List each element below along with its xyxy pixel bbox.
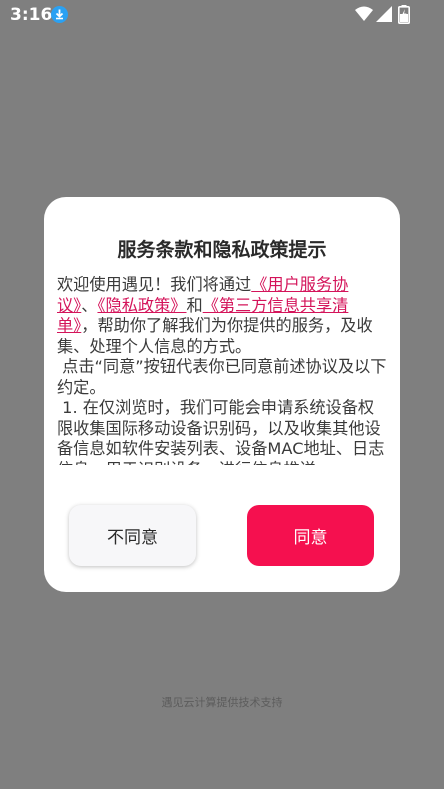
status-bar: 3:16 (0, 0, 444, 30)
footer-credit: 遇见云计算提供技术支持 (161, 696, 283, 709)
privacy-policy-link[interactable]: 《隐私政策》 (97, 296, 186, 315)
signal-icon (376, 6, 392, 27)
status-time: 3:16 (10, 5, 53, 25)
battery-charging-icon (398, 5, 410, 29)
disagree-button[interactable]: 不同意 (69, 505, 196, 566)
body-intro: 欢迎使用遇见！我们将通过 (57, 275, 252, 294)
body-agree-notice: 点击“同意”按钮代表你已同意前述协议及以下约定。 (57, 357, 387, 397)
body-clause-1: 1. 在仅浏览时，我们可能会申请系统设备权限收集国际移动设备识别码，以及收集其他… (57, 398, 385, 465)
privacy-dialog: 服务条款和隐私政策提示 欢迎使用遇见！我们将通过《用户服务协议》、《隐私政策》和… (44, 197, 400, 592)
dialog-title: 服务条款和隐私政策提示 (117, 239, 327, 261)
agree-button[interactable]: 同意 (247, 505, 374, 566)
body-sep2: 和 (186, 295, 203, 315)
body-rest: ，帮助你了解我们为你提供的服务，及收集、处理个人信息的方式。 (57, 316, 373, 356)
download-icon (51, 6, 68, 23)
dialog-body[interactable]: 欢迎使用遇见！我们将通过《用户服务协议》、《隐私政策》和《第三方信息共享清单》，… (57, 275, 387, 465)
wifi-icon (355, 6, 373, 27)
body-sep1: 、 (81, 295, 98, 315)
